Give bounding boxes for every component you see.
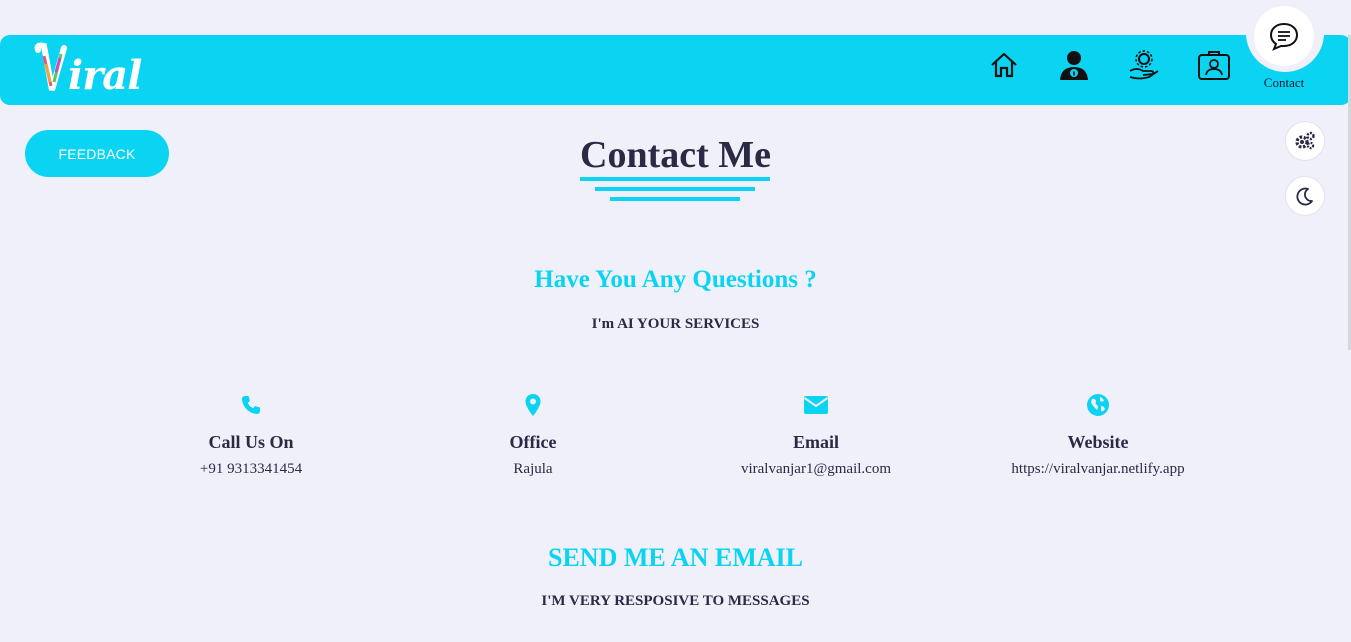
phone-icon (126, 390, 376, 420)
info-office-title: Office (509, 432, 557, 452)
title-underline (610, 197, 740, 201)
info-office-value: Rajula (513, 461, 553, 477)
info-call: Call Us On +91 9313341454 (126, 390, 376, 478)
questions-subheading: I'm AI YOUR SERVICES (591, 316, 760, 332)
globe-icon (973, 390, 1223, 420)
logo-text: iral (68, 51, 142, 99)
info-call-value[interactable]: +91 9313341454 (126, 461, 376, 478)
title-underline (595, 187, 755, 191)
chat-icon (1269, 22, 1299, 51)
title-underline (580, 177, 770, 181)
dark-mode-toggle[interactable] (1285, 176, 1325, 216)
questions-heading: Have You Any Questions ? (534, 266, 817, 293)
page-title: Contact Me (580, 134, 771, 176)
portfolio-icon[interactable] (1196, 47, 1232, 83)
info-email-value[interactable]: viralvanjar1@gmail.com (691, 461, 941, 478)
home-icon[interactable] (986, 47, 1022, 83)
info-email-title: Email (792, 432, 839, 452)
info-office: Office Rajula (408, 390, 658, 478)
about-icon[interactable] (1056, 47, 1092, 83)
page: iral Contact FEEDBACK Contact Me Have Yo… (0, 0, 1351, 642)
contact-label[interactable]: Contact (1250, 75, 1318, 91)
info-website: Website https://viralvanjar.netlify.app (973, 390, 1223, 478)
contact-chat-button[interactable] (1254, 6, 1314, 66)
logo[interactable]: iral (34, 40, 154, 100)
location-pin-icon (408, 390, 658, 420)
envelope-icon (691, 390, 941, 420)
info-email: Email viralvanjar1@gmail.com (691, 390, 941, 478)
moon-icon (1296, 187, 1313, 206)
info-call-title: Call Us On (208, 432, 294, 452)
services-icon[interactable] (1126, 47, 1162, 83)
email-section-heading: SEND ME AN EMAIL (548, 543, 803, 572)
logo-v-mark (34, 42, 72, 98)
email-section-subheading: I'M VERY RESPOSIVE TO MESSAGES (541, 593, 810, 609)
info-website-title: Website (1067, 432, 1129, 452)
info-website-value[interactable]: https://viralvanjar.netlify.app (973, 461, 1223, 478)
